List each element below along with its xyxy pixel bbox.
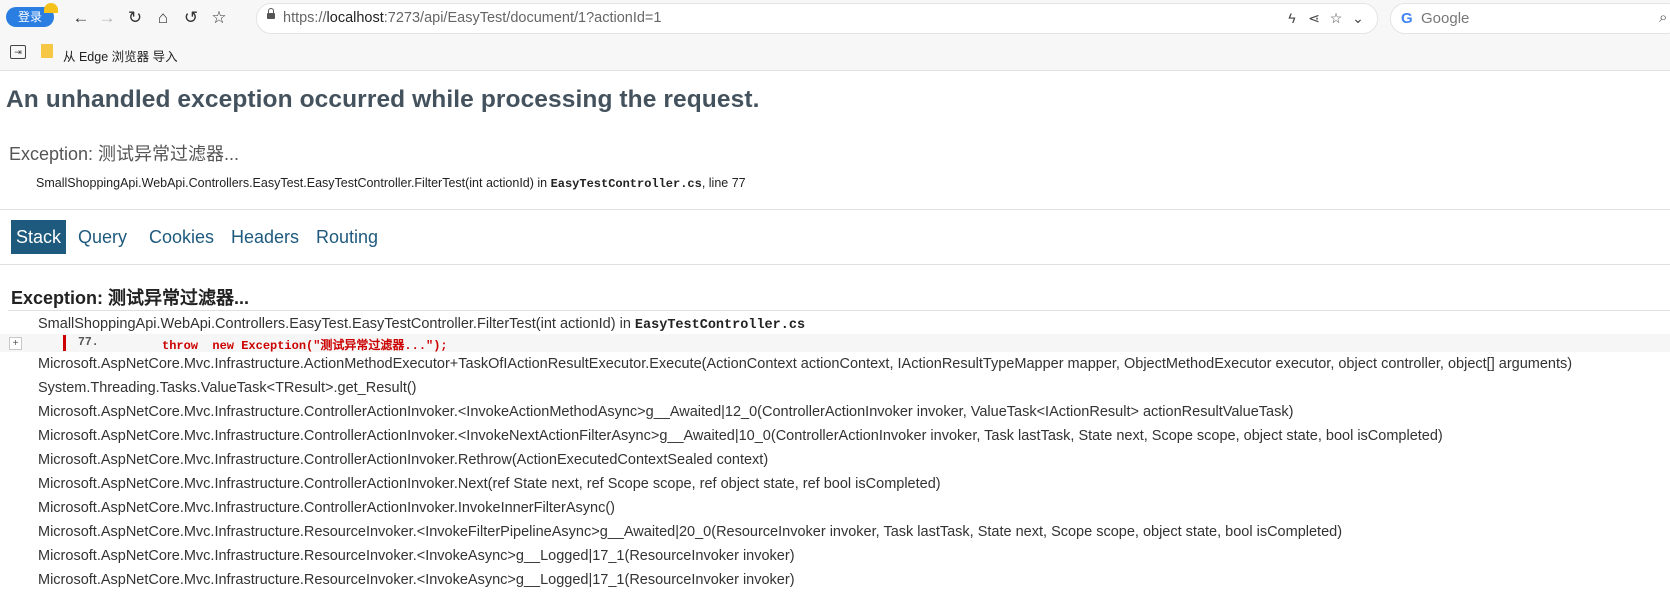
profile-avatar-icon xyxy=(44,3,58,13)
tab-routing[interactable]: Routing xyxy=(316,220,378,254)
favorites-bar xyxy=(0,36,1670,71)
lightning-icon[interactable]: ϟ xyxy=(1283,9,1301,27)
stack-frame: Microsoft.AspNetCore.Mvc.Infrastructure.… xyxy=(38,452,769,468)
stack-frame: SmallShoppingApi.WebApi.Controllers.Easy… xyxy=(38,316,806,333)
highlight-marker xyxy=(63,335,66,351)
stack-heading: Exception: 测试异常过滤器... xyxy=(11,288,250,308)
source-code-line: throw new Exception("测试异常过滤器..."); xyxy=(162,339,448,353)
tab-headers[interactable]: Headers xyxy=(231,220,299,254)
tab-cookies[interactable]: Cookies xyxy=(149,220,214,254)
divider xyxy=(0,264,1670,265)
add-favorite-icon[interactable]: ☆ xyxy=(1327,9,1345,27)
stack-frame: Microsoft.AspNetCore.Mvc.Infrastructure.… xyxy=(38,476,941,492)
profile-login-button[interactable]: 登录 xyxy=(6,3,58,27)
share-icon[interactable]: ⋖ xyxy=(1305,9,1323,27)
google-logo-icon: G xyxy=(1401,10,1413,27)
browser-toolbar: 登录 ← → ↻ ⌂ ↺ ☆ https://localhost:7273/ap… xyxy=(0,0,1670,36)
stack-frame: Microsoft.AspNetCore.Mvc.Infrastructure.… xyxy=(38,524,1343,540)
frame-source-file: EasyTestController.cs xyxy=(634,318,806,333)
forward-icon[interactable]: → xyxy=(96,7,118,29)
tab-query[interactable]: Query xyxy=(78,220,127,254)
divider xyxy=(0,209,1670,210)
stack-frame: Microsoft.AspNetCore.Mvc.Infrastructure.… xyxy=(38,572,795,588)
page-title: An unhandled exception occurred while pr… xyxy=(6,86,760,113)
stack-frame: Microsoft.AspNetCore.Mvc.Infrastructure.… xyxy=(38,548,795,564)
divider xyxy=(8,310,1670,311)
stack-frame: Microsoft.AspNetCore.Mvc.Infrastructure.… xyxy=(38,404,1294,420)
back-icon[interactable]: ← xyxy=(70,7,92,29)
address-bar[interactable]: https://localhost:7273/api/EasyTest/docu… xyxy=(256,3,1378,34)
chevron-down-icon[interactable]: ⌄ xyxy=(1349,9,1367,27)
favorites-import-item[interactable]: 从 Edge 浏览器 导入 xyxy=(63,46,178,65)
search-icon[interactable]: ⌕ xyxy=(1659,9,1667,26)
lock-icon xyxy=(267,8,275,19)
tab-stack[interactable]: Stack xyxy=(11,220,67,254)
exception-type: Exception: 测试异常过滤器... xyxy=(9,144,240,164)
favorite-star-icon[interactable]: ☆ xyxy=(208,7,230,29)
stack-frame: System.Threading.Tasks.ValueTask<TResult… xyxy=(38,380,417,396)
folder-icon[interactable] xyxy=(41,44,53,58)
stack-frame: Microsoft.AspNetCore.Mvc.Infrastructure.… xyxy=(38,356,1573,372)
stack-frame: Microsoft.AspNetCore.Mvc.Infrastructure.… xyxy=(38,428,1443,444)
refresh-icon[interactable]: ↻ xyxy=(124,7,146,29)
undo-icon[interactable]: ↺ xyxy=(180,7,202,29)
exception-location: SmallShoppingApi.WebApi.Controllers.Easy… xyxy=(36,176,746,191)
source-code-row: + 77. throw new Exception("测试异常过滤器..."); xyxy=(0,334,1670,353)
url-text[interactable]: https://localhost:7273/api/EasyTest/docu… xyxy=(283,10,661,26)
source-file-name: EasyTestController.cs xyxy=(550,177,702,191)
line-number: 77. xyxy=(78,336,99,349)
home-icon[interactable]: ⌂ xyxy=(152,7,174,29)
search-box[interactable]: G Google ⌕ xyxy=(1390,3,1670,34)
favorites-toggle-icon[interactable]: ⇥ xyxy=(10,45,26,59)
stack-frame: Microsoft.AspNetCore.Mvc.Infrastructure.… xyxy=(38,500,615,516)
search-placeholder: Google xyxy=(1421,10,1470,27)
profile-label: 登录 xyxy=(17,10,42,24)
expand-source-button[interactable]: + xyxy=(9,337,22,350)
